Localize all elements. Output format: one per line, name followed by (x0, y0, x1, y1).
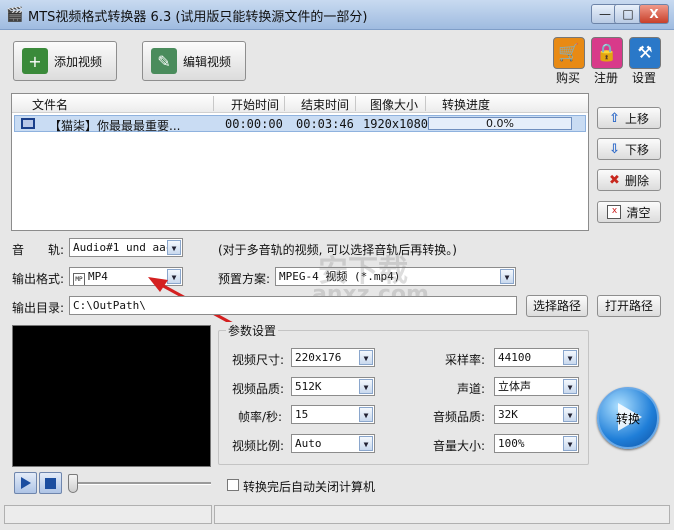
aspect-ratio-label: 视频比例: (232, 439, 285, 453)
chevron-down-icon: ▼ (563, 436, 577, 451)
progress-text: 0.0% (486, 117, 514, 130)
video-preview (12, 325, 211, 467)
channels-label: 声道: (457, 382, 486, 396)
status-bar-right (214, 505, 670, 524)
video-size-label: 视频尺寸: (232, 353, 285, 367)
window-title: MTS视频格式转换器 6.3 (试用版只能转换源文件的一部分) (28, 10, 368, 25)
chevron-down-icon: ▼ (359, 379, 373, 394)
chevron-down-icon: ▼ (563, 407, 577, 422)
edit-video-button[interactable]: ✎ 编辑视频 (142, 41, 246, 81)
chevron-down-icon: ▼ (563, 350, 577, 365)
row-end-time: 00:03:46 (296, 117, 354, 131)
register-label: 注册 (593, 71, 618, 85)
cart-icon: 🛒 (553, 37, 585, 69)
move-up-button[interactable]: ⇧ 上移 (597, 107, 661, 129)
stop-icon (45, 477, 56, 489)
column-image-size[interactable]: 图像大小 (370, 96, 418, 113)
row-start-time: 00:00:00 (225, 117, 283, 131)
output-dir-input[interactable]: C:\OutPath\ (69, 296, 517, 315)
open-path-button[interactable]: 打开路径 (597, 295, 661, 317)
status-bar-left (4, 505, 212, 524)
tools-icon: ⚒ (629, 37, 661, 69)
add-video-label: 添加视频 (54, 54, 103, 69)
settings-button[interactable]: ⚒ 设置 (624, 37, 664, 86)
channels-select[interactable]: 立体声 ▼ (494, 377, 579, 396)
table-row[interactable]: 【猫柒】你最最最重要... 00:00:00 00:03:46 1920x108… (14, 115, 586, 133)
file-list-header: 文件名 开始时间 结束时间 图像大小 转换进度 (12, 94, 588, 113)
arrow-up-icon: ⇧ (609, 110, 620, 126)
edit-video-icon: ✎ (151, 48, 177, 74)
shutdown-checkbox[interactable] (227, 479, 239, 491)
video-file-icon (21, 118, 35, 129)
column-end-time[interactable]: 结束时间 (301, 96, 349, 113)
convert-button[interactable]: 转换 (597, 387, 659, 449)
buy-label: 购买 (555, 71, 580, 85)
video-size-select[interactable]: 220x176 ▼ (291, 348, 375, 367)
mp4-file-icon: MP (73, 273, 85, 285)
chevron-down-icon: ▼ (359, 407, 373, 422)
convert-label: 转换 (615, 412, 640, 426)
row-image-size: 1920x1080 (363, 117, 429, 131)
app-icon: 🎬 (6, 7, 24, 23)
stop-button[interactable] (39, 472, 62, 494)
column-filename[interactable]: 文件名 (32, 96, 68, 113)
chevron-down-icon: ▼ (563, 379, 577, 394)
maximize-button[interactable]: □ (614, 4, 642, 24)
settings-label: 设置 (631, 71, 656, 85)
frame-rate-label: 帧率/秒: (238, 410, 283, 424)
add-video-icon: + (22, 48, 48, 74)
sample-rate-label: 采样率: (445, 353, 486, 367)
shutdown-label[interactable]: 转换完后自动关闭计算机 (243, 478, 375, 495)
delete-button[interactable]: ✖ 删除 (597, 169, 661, 191)
clear-button[interactable]: x 清空 (597, 201, 661, 223)
playback-slider[interactable] (69, 482, 211, 485)
params-title: 参数设置 (226, 322, 279, 339)
row-filename: 【猫柒】你最最最重要... (49, 119, 181, 133)
output-dir-label: 输出目录: (12, 301, 65, 315)
clear-icon: x (607, 205, 622, 219)
frame-rate-select[interactable]: 15 ▼ (291, 405, 375, 424)
register-button[interactable]: 🔒 注册 (586, 37, 626, 86)
audio-quality-label: 音频品质: (433, 410, 486, 424)
lock-icon: 🔒 (591, 37, 623, 69)
play-button[interactable] (14, 472, 37, 494)
edit-video-label: 编辑视频 (183, 54, 232, 69)
buy-button[interactable]: 🛒 购买 (548, 37, 588, 86)
video-quality-select[interactable]: 512K ▼ (291, 377, 375, 396)
chevron-down-icon: ▼ (359, 436, 373, 451)
choose-path-button[interactable]: 选择路径 (526, 295, 588, 317)
volume-label: 音量大小: (433, 439, 486, 453)
sample-rate-select[interactable]: 44100 ▼ (494, 348, 579, 367)
audio-quality-select[interactable]: 32K ▼ (494, 405, 579, 424)
slider-handle[interactable] (68, 474, 78, 493)
move-down-button[interactable]: ⇩ 下移 (597, 138, 661, 160)
file-list[interactable]: 文件名 开始时间 结束时间 图像大小 转换进度 【猫柒】你最最最重要... 00… (11, 93, 589, 231)
video-quality-label: 视频品质: (232, 382, 285, 396)
column-progress[interactable]: 转换进度 (442, 96, 490, 113)
audio-track-label: 音 轨: (12, 243, 65, 257)
arrow-down-icon: ⇩ (609, 141, 620, 157)
column-start-time[interactable]: 开始时间 (231, 96, 279, 113)
chevron-down-icon: ▼ (359, 350, 373, 365)
close-button[interactable]: X (639, 4, 669, 24)
play-icon (20, 477, 31, 489)
chevron-down-icon: ▼ (167, 240, 181, 255)
progress-bar: 0.0% (428, 117, 572, 130)
chevron-down-icon: ▼ (500, 269, 514, 284)
audio-track-select[interactable]: Audio#1 und aac ▼ (69, 238, 183, 257)
volume-select[interactable]: 100% ▼ (494, 434, 579, 453)
aspect-ratio-select[interactable]: Auto ▼ (291, 434, 375, 453)
delete-icon: ✖ (609, 172, 620, 188)
add-video-button[interactable]: + 添加视频 (13, 41, 117, 81)
output-format-label: 输出格式: (12, 272, 65, 286)
